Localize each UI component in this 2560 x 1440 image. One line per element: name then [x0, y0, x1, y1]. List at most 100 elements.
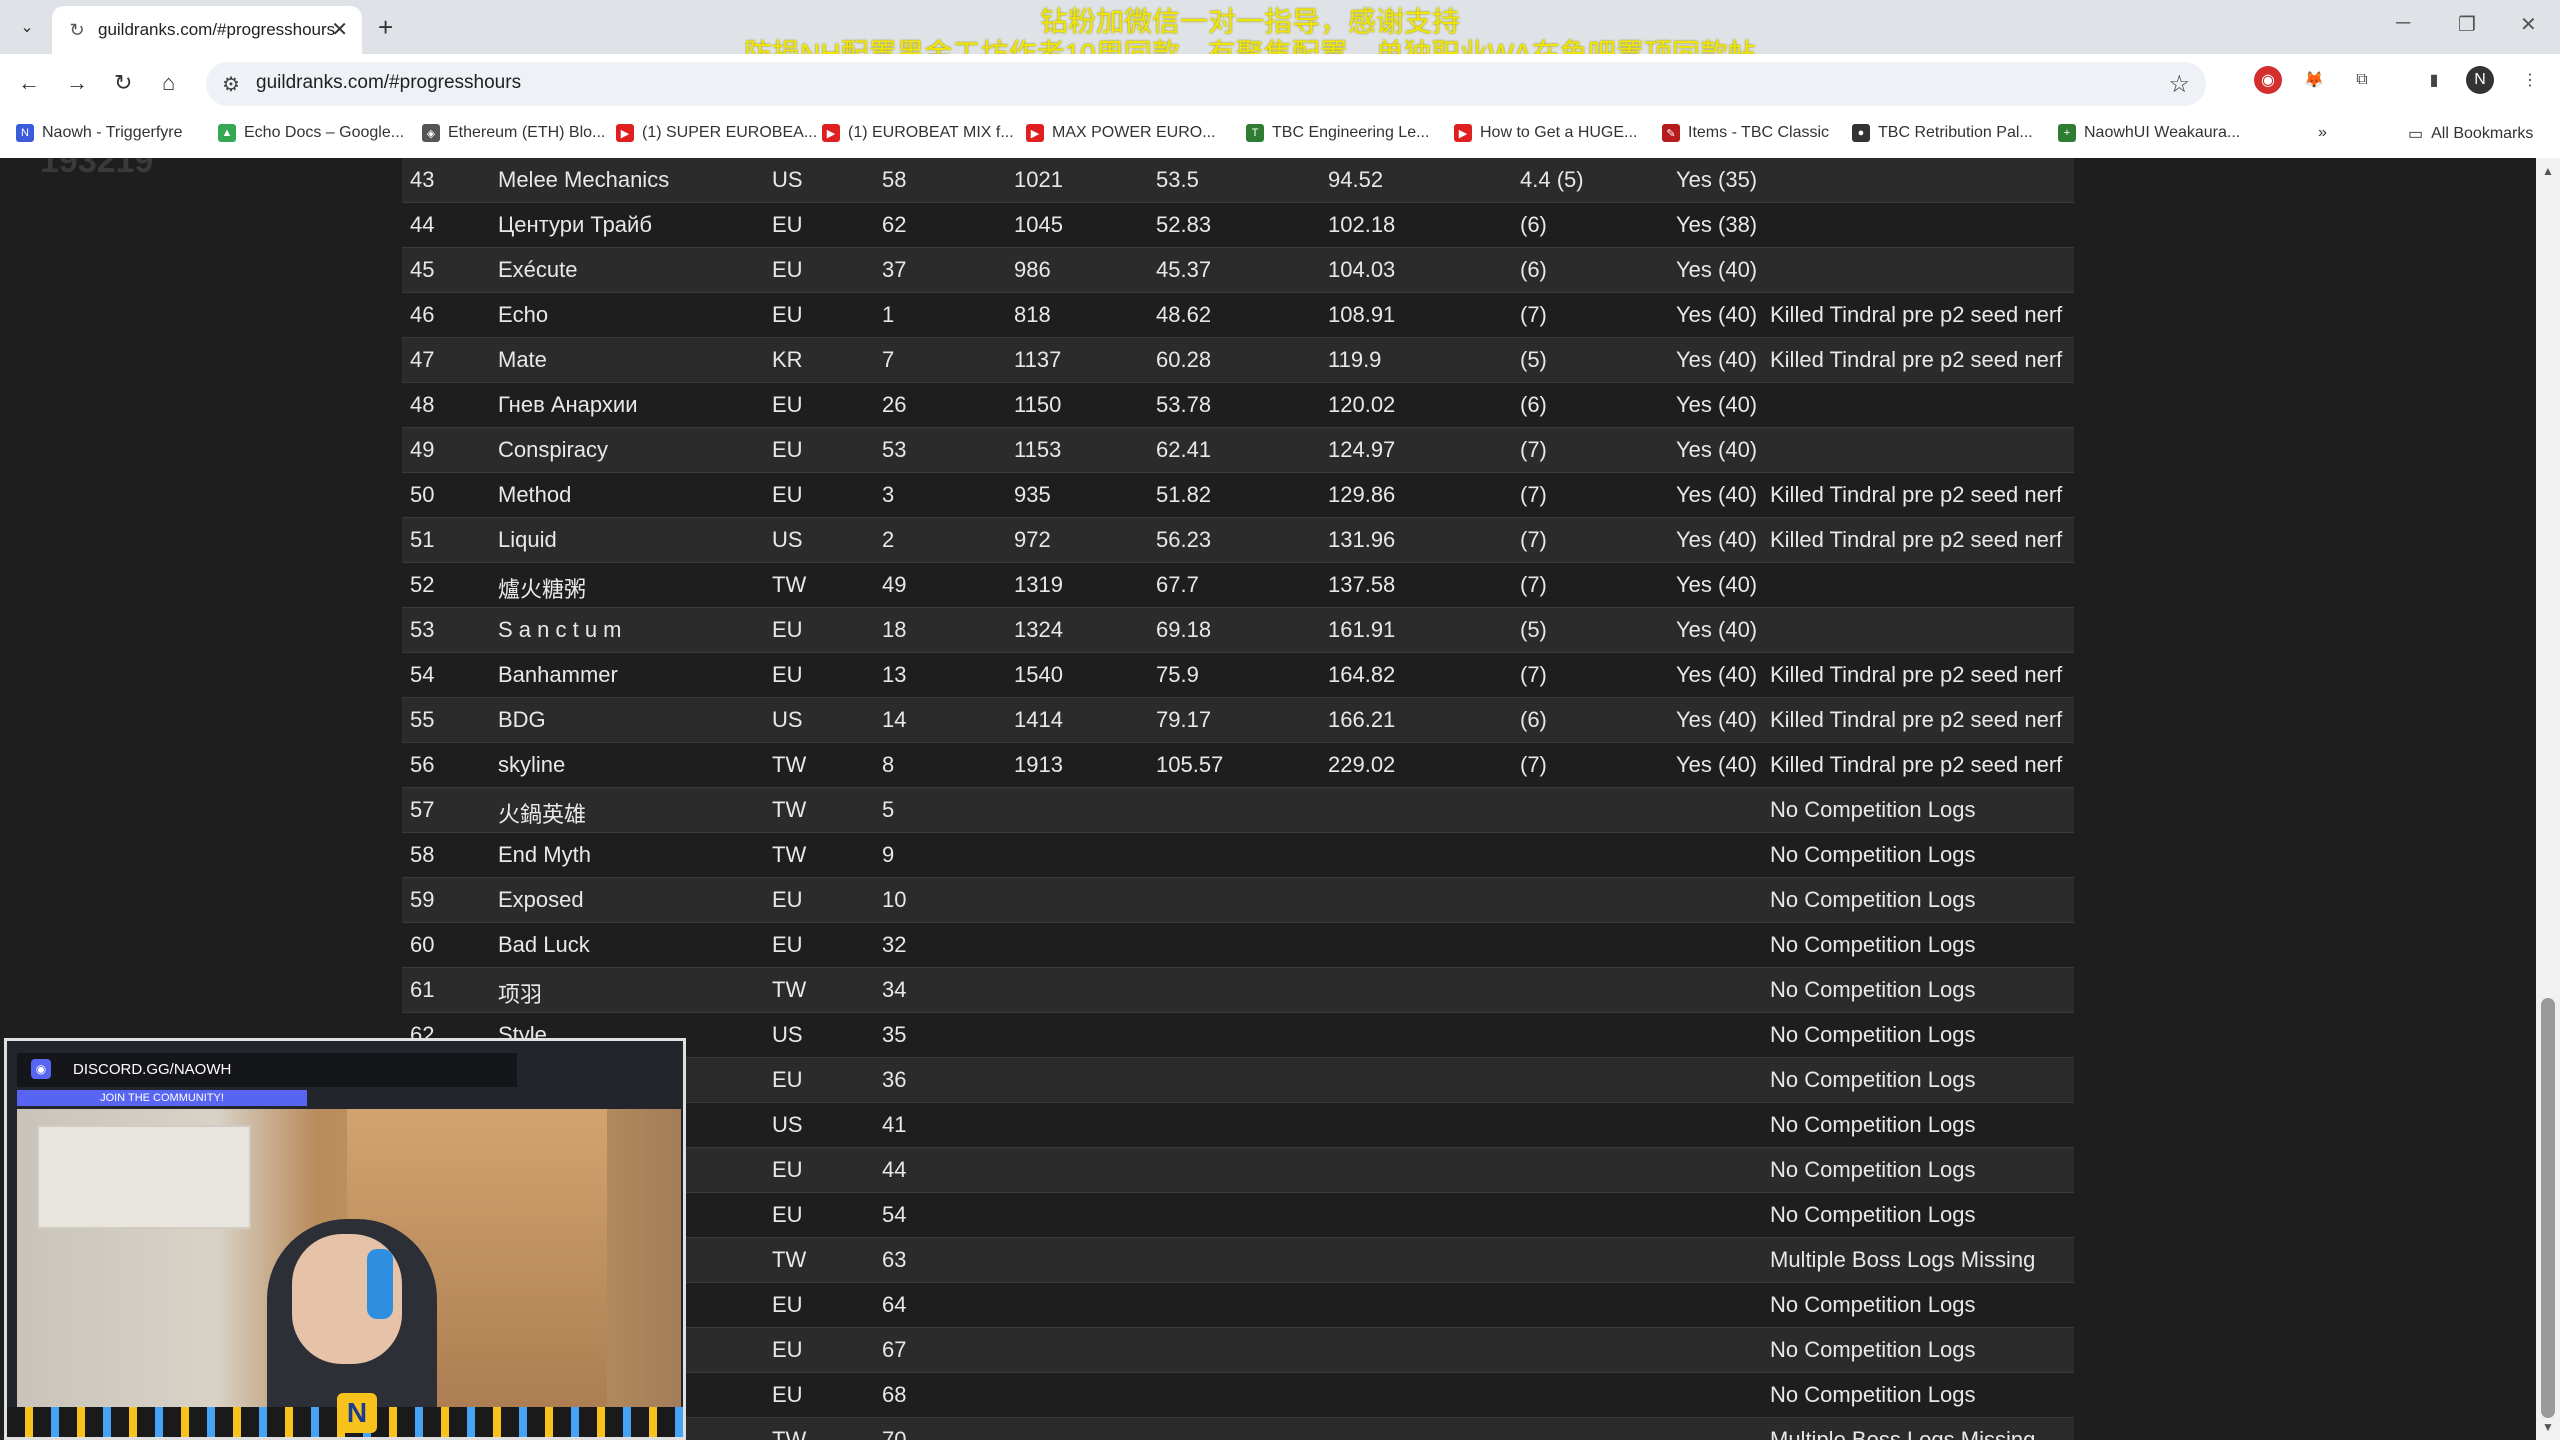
note-cell: No Competition Logs	[1770, 1202, 1976, 1227]
address-bar[interactable]: ⚙ guildranks.com/#progresshours ☆	[206, 62, 2206, 106]
region-cell: EU	[772, 932, 803, 957]
bookmark-label: Echo Docs – Google...	[244, 124, 405, 141]
bookmark-item[interactable]: ▶ (1) EUROBEAT MIX f...	[822, 124, 1014, 142]
world-rank-cell: 3	[882, 482, 895, 507]
bookmark-favicon-icon: ✎	[1662, 124, 1680, 142]
note-cell: Killed Tindral pre p2 seed nerf	[1770, 302, 2063, 327]
total-cell: 108.91	[1328, 302, 1396, 327]
scroll-down-icon[interactable]: ▼	[2542, 1420, 2554, 1434]
world-rank-cell: 2	[882, 527, 895, 552]
total-cell: 131.96	[1328, 527, 1396, 552]
average-cell: 53.5	[1156, 167, 1199, 192]
total-cell: 104.03	[1328, 257, 1396, 282]
region-cell: TW	[772, 1427, 807, 1440]
cutting-edge-cell: Yes (40)	[1676, 662, 1758, 687]
note-cell: Killed Tindral pre p2 seed nerf	[1770, 347, 2063, 372]
rank-cell: 59	[410, 887, 435, 912]
table-row: 61 项羽 TW 34 No Competition Logs	[402, 968, 2074, 1013]
reload-button[interactable]: ↻	[114, 70, 132, 96]
profile-avatar[interactable]: N	[2466, 66, 2494, 94]
extensions-puzzle-icon[interactable]: ⧉	[2348, 66, 2376, 94]
bookmark-item[interactable]: ● TBC Retribution Pal...	[1852, 124, 2033, 142]
guild-name-cell: Melee Mechanics	[498, 167, 670, 192]
bookmark-label: Items - TBC Classic	[1688, 124, 1830, 141]
bookmark-item[interactable]: ▶ (1) SUPER EUROBEA...	[616, 124, 817, 142]
page-scrollbar[interactable]: ▲ ▼	[2536, 158, 2560, 1440]
bookmark-item[interactable]: N Naowh - Triggerfyre	[16, 124, 183, 142]
world-rank-cell: 8	[882, 752, 895, 777]
region-cell: EU	[772, 1202, 803, 1227]
total-cell: 124.97	[1328, 437, 1396, 462]
forward-button[interactable]: →	[66, 70, 88, 96]
side-panel-icon[interactable]: ▮	[2420, 66, 2448, 94]
bookmark-item[interactable]: ◈ Ethereum (ETH) Blo...	[422, 124, 605, 142]
bookmark-item[interactable]: + NaowhUI Weakaura...	[2058, 124, 2240, 142]
note-cell: Killed Tindral pre p2 seed nerf	[1770, 752, 2063, 777]
bookmark-star-icon[interactable]: ☆	[2168, 70, 2190, 99]
back-button[interactable]: ←	[18, 70, 40, 96]
world-rank-cell: 7	[882, 347, 895, 372]
difficulty-cell: (5)	[1520, 347, 1547, 372]
world-rank-cell: 68	[882, 1382, 907, 1407]
world-rank-cell: 49	[882, 572, 907, 597]
rank-cell: 49	[410, 437, 435, 462]
world-rank-cell: 36	[882, 1067, 907, 1092]
region-cell: KR	[772, 347, 803, 372]
world-rank-cell: 5	[882, 797, 895, 822]
cutting-edge-cell: Yes (40)	[1676, 257, 1758, 282]
rank-cell: 48	[410, 392, 435, 417]
region-cell: US	[772, 1022, 803, 1047]
average-cell: 75.9	[1156, 662, 1199, 687]
difficulty-cell: (7)	[1520, 527, 1547, 552]
cutting-edge-cell: Yes (38)	[1676, 212, 1758, 237]
bookmark-item[interactable]: ▲ Echo Docs – Google...	[218, 124, 404, 142]
total-cell: 102.18	[1328, 212, 1396, 237]
more-bookmarks-button[interactable]: »	[2318, 124, 2327, 142]
cutting-edge-cell: Yes (40)	[1676, 527, 1758, 552]
bookmarks-bar: » ▭ All Bookmarks N Naowh - Triggerfyre ▲ E…	[0, 114, 2560, 159]
metamask-fox-icon[interactable]: 🦊	[2300, 66, 2328, 94]
total-cell: 137.58	[1328, 572, 1396, 597]
bookmark-item[interactable]: T TBC Engineering Le...	[1246, 124, 1429, 142]
menu-kebab-icon[interactable]: ⋮	[2516, 66, 2544, 94]
region-cell: EU	[772, 482, 803, 507]
site-info-icon[interactable]: ⚙	[222, 72, 240, 97]
bookmark-item[interactable]: ▶ MAX POWER EURO...	[1026, 124, 1216, 142]
extension-red-icon[interactable]: ◉	[2254, 66, 2282, 94]
guild-name-cell: Conspiracy	[498, 437, 609, 462]
close-window-button[interactable]: ✕	[2520, 12, 2537, 37]
rank-cell: 54	[410, 662, 435, 687]
cutting-edge-cell: Yes (40)	[1676, 707, 1758, 732]
total-cell: 129.86	[1328, 482, 1396, 507]
note-cell: Killed Tindral pre p2 seed nerf	[1770, 527, 2063, 552]
bookmark-item[interactable]: ▶ How to Get a HUGE...	[1454, 124, 1637, 142]
discord-banner: ◉ DISCORD.GG/NAOWH	[17, 1053, 517, 1087]
cutting-edge-cell: Yes (40)	[1676, 302, 1758, 327]
bookmark-item[interactable]: ✎ Items - TBC Classic	[1662, 124, 1829, 142]
headset-icon	[367, 1249, 393, 1319]
region-cell: EU	[772, 617, 803, 642]
difficulty-cell: (6)	[1520, 392, 1547, 417]
region-cell: TW	[772, 1247, 807, 1272]
scrollbar-thumb[interactable]	[2541, 998, 2555, 1418]
difficulty-cell: (7)	[1520, 752, 1547, 777]
bookmark-favicon-icon: ▲	[218, 124, 236, 142]
table-row: 58 End Myth TW 9 No Competition Logs	[402, 833, 2074, 878]
all-bookmarks-button[interactable]: ▭ All Bookmarks	[2408, 124, 2533, 144]
total-cell: 166.21	[1328, 707, 1396, 732]
bookmark-favicon-icon: ▶	[1454, 124, 1472, 142]
bookmark-label: TBC Retribution Pal...	[1878, 124, 2033, 141]
note-cell: No Competition Logs	[1770, 1157, 1976, 1182]
rank-cell: 58	[410, 842, 435, 867]
restore-button[interactable]: ❐	[2458, 12, 2476, 37]
scroll-up-icon[interactable]: ▲	[2542, 164, 2554, 178]
guild-name-cell: End Myth	[498, 842, 591, 867]
cutting-edge-cell: Yes (40)	[1676, 347, 1758, 372]
rank-cell: 53	[410, 617, 435, 642]
hours-cell: 1913	[1014, 752, 1063, 777]
minimize-button[interactable]: ─	[2396, 12, 2410, 35]
guild-name-cell: 爐火糖粥	[498, 577, 587, 602]
home-button[interactable]: ⌂	[162, 70, 175, 96]
rank-cell: 46	[410, 302, 435, 327]
hours-cell: 972	[1014, 527, 1051, 552]
